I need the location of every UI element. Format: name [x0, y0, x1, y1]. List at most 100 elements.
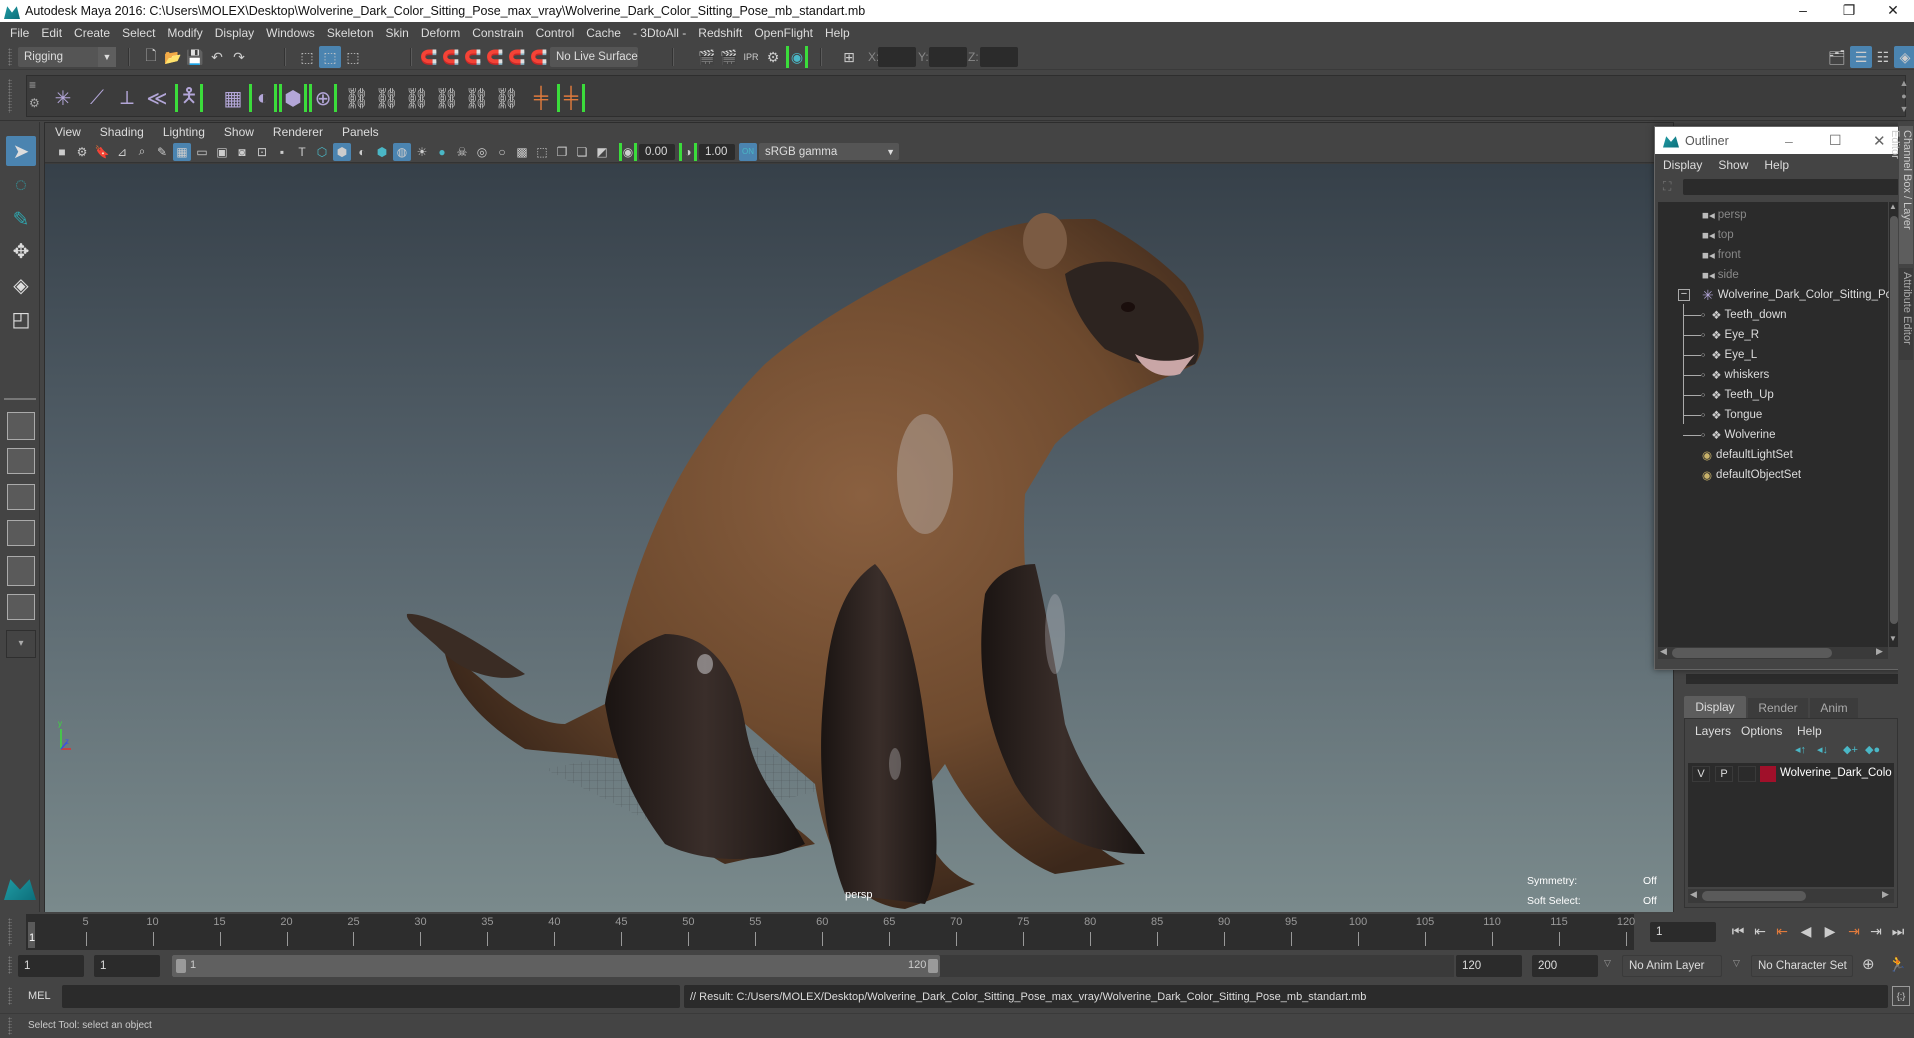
outliner-menu-display[interactable]: Display [1663, 158, 1702, 172]
color-management-toggle[interactable]: ON [739, 142, 757, 161]
panel-menu-renderer[interactable]: Renderer [273, 125, 323, 139]
wireframe-on-shaded-icon[interactable]: ⬢ [373, 143, 391, 161]
channel-box-toggle-icon[interactable]: ☰ [1850, 46, 1872, 68]
create-joints-icon[interactable]: ✳ [49, 84, 77, 112]
outliner-close-button[interactable]: ✕ [1873, 132, 1886, 150]
shadows-icon[interactable]: ● [433, 143, 451, 161]
wolverine-model[interactable]: y z [45, 164, 1675, 912]
x-input[interactable] [878, 47, 916, 67]
outliner-item-teeth-up[interactable]: ○ ❖ Teeth_Up [1683, 386, 1774, 404]
scale-constraint-icon[interactable]: ⛓ [433, 84, 461, 112]
menu-control[interactable]: Control [536, 26, 575, 40]
redo-icon[interactable]: ↷ [228, 46, 250, 68]
hypershade-icon[interactable]: ◉ [786, 46, 808, 68]
layer-visibility-toggle[interactable]: V [1692, 766, 1710, 782]
menu-cache[interactable]: Cache [586, 26, 621, 40]
panel-menu-view[interactable]: View [55, 125, 81, 139]
color-space-dropdown[interactable]: sRGB gamma ▼ [759, 143, 899, 160]
outliner-filter-input[interactable] [1683, 179, 1899, 195]
aim-constraint-icon[interactable]: ⛓ [463, 84, 491, 112]
layer-menu-help[interactable]: Help [1797, 724, 1822, 738]
image-plane-icon[interactable]: ⊿ [113, 143, 131, 161]
ambient-occlusion-icon[interactable]: ◎ [473, 143, 491, 161]
ipr-render-icon[interactable]: IPR [740, 46, 762, 68]
playback-end-input[interactable]: 120 [1456, 955, 1522, 977]
save-scene-icon[interactable]: 💾 [184, 46, 206, 68]
outliner-item-default-object-set[interactable]: ◉ defaultObjectSet [1702, 466, 1801, 484]
menu-openflight[interactable]: OpenFlight [754, 26, 813, 40]
live-surface-field[interactable]: No Live Surface [550, 47, 638, 67]
make-live-icon[interactable]: 🧲 [528, 46, 550, 68]
z-input[interactable] [980, 47, 1018, 67]
layer-horizontal-scrollbar[interactable]: ◀ ▶ [1688, 889, 1894, 903]
scroll-right-icon[interactable]: ▶ [1876, 646, 1883, 657]
gamma-field[interactable]: 1.00 [699, 143, 735, 160]
gamma-icon[interactable]: ◑ [679, 142, 697, 161]
layer-menu-layers[interactable]: Layers [1695, 724, 1731, 738]
menu-create[interactable]: Create [74, 26, 110, 40]
grid-icon[interactable]: ▦ [173, 142, 191, 161]
scale-tool-icon[interactable]: ◰ [6, 304, 36, 334]
go-to-end-button[interactable]: ⏭ [1888, 920, 1908, 942]
anim-layer-dropdown[interactable]: No Anim Layer [1622, 955, 1722, 977]
snap-point-icon[interactable]: 🧲 [462, 46, 484, 68]
layer-row[interactable]: V P Wolverine_Dark_Color [1688, 765, 1894, 783]
render-settings-icon[interactable]: ⚙ [762, 46, 784, 68]
step-forward-key-button[interactable]: ⇥ [1844, 920, 1864, 942]
menu-constrain[interactable]: Constrain [472, 26, 523, 40]
gate-mask-icon[interactable]: ◙ [233, 143, 251, 161]
viewport-scene[interactable]: y z persp Symmetry: Off Soft Select: Off [45, 164, 1673, 912]
scroll-thumb[interactable] [1890, 216, 1898, 624]
default-material-icon[interactable]: ◐ [353, 143, 371, 161]
drag-handle[interactable] [8, 987, 12, 1005]
film-gate-icon[interactable]: ▭ [193, 143, 211, 161]
motion-blur-icon[interactable]: ○ [493, 143, 511, 161]
close-button[interactable]: ✕ [1870, 0, 1914, 22]
range-slider-range[interactable]: 1 120 [172, 955, 940, 977]
outliner-item-front[interactable]: ■◂ front [1702, 246, 1741, 264]
exposure-icon[interactable]: ◉ [619, 142, 637, 161]
transform-input-icon[interactable]: ⊞ [838, 46, 860, 68]
outliner-item-tongue[interactable]: ○ ❖ Tongue [1683, 406, 1762, 424]
hypershade-layout-icon[interactable] [7, 556, 35, 586]
move-tool-icon[interactable]: ✥ [6, 236, 36, 266]
new-empty-layer-icon[interactable]: ◆+ [1843, 743, 1858, 756]
drag-handle[interactable] [8, 79, 12, 113]
persp-graph-layout-icon[interactable] [7, 520, 35, 546]
outliner-item-default-light-set[interactable]: ◉ defaultLightSet [1702, 446, 1793, 464]
humanik-icon[interactable]: 🯅 [175, 84, 203, 112]
move-layer-down-icon[interactable]: ◂↓ [1817, 743, 1828, 756]
resolution-gate-icon[interactable]: ▣ [213, 143, 231, 161]
modeling-toolkit-icon[interactable]: 🗂 [1826, 46, 1848, 68]
tab-attribute-editor[interactable]: Attribute Editor [1899, 268, 1913, 360]
bookmark-icon[interactable]: 🔖 [93, 143, 111, 161]
lasso-tool-icon[interactable]: ◌ [6, 170, 36, 200]
outliner-item-teeth-down[interactable]: ○ ❖ Teeth_down [1683, 306, 1787, 324]
add-attribute-icon[interactable]: ╪ [527, 84, 555, 112]
time-slider[interactable]: 1 5 10 15 20 25 30 35 40 45 50 55 60 65 70 75 80 85 90 95 1… [26, 914, 1635, 950]
play-forwards-button[interactable]: ▶ [1820, 920, 1840, 942]
four-view-layout-icon[interactable] [7, 448, 35, 474]
paint-select-tool-icon[interactable]: ✎ [6, 204, 36, 234]
attribute-editor-toggle-icon[interactable]: ☷ [1872, 46, 1894, 68]
outliner-menu-help[interactable]: Help [1764, 158, 1789, 172]
start-time-input[interactable]: 1 [18, 955, 84, 977]
outliner-item-side[interactable]: ■◂ side [1702, 266, 1739, 284]
outliner-item-eye-r[interactable]: ○ ❖ Eye_R [1683, 326, 1759, 344]
textures-icon[interactable]: ◩ [593, 143, 611, 161]
new-scene-icon[interactable]: 🗋 [140, 46, 162, 68]
select-object-icon[interactable]: ⬚ [319, 46, 341, 68]
shelf-settings-icon[interactable]: ⚙ [29, 96, 40, 110]
menu-windows[interactable]: Windows [266, 26, 315, 40]
outliner-item-persp[interactable]: ■◂ persp [1702, 206, 1747, 224]
scroll-down-icon[interactable]: ▼ [1889, 634, 1897, 643]
range-start-handle[interactable] [176, 959, 186, 973]
snap-view-plane-icon[interactable]: 🧲 [506, 46, 528, 68]
bind-skin-icon[interactable]: ≪ [143, 84, 171, 112]
render-frame-icon[interactable]: 🎬 [718, 46, 740, 68]
open-scene-icon[interactable]: 📂 [162, 46, 184, 68]
layer-display-type-toggle[interactable] [1738, 766, 1756, 782]
move-layer-up-icon[interactable]: ◂↑ [1795, 743, 1806, 756]
menu-skin[interactable]: Skin [386, 26, 409, 40]
drag-handle[interactable] [8, 1017, 12, 1035]
